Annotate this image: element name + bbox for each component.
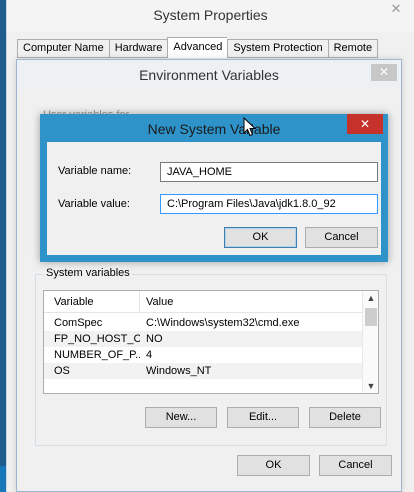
variable-name-label: Variable name: (58, 165, 132, 177)
tab-system-protection[interactable]: System Protection (227, 39, 328, 58)
table-row[interactable]: OS Windows_NT (44, 363, 378, 379)
close-icon[interactable]: ✕ (347, 114, 383, 134)
table-row[interactable]: NUMBER_OF_P... 4 (44, 347, 378, 363)
mouse-cursor-icon (243, 117, 257, 137)
new-variable-ok-button[interactable]: OK (224, 227, 297, 248)
system-properties-title: System Properties (153, 7, 268, 23)
variable-value-field[interactable]: C:\Program Files\Java\jdk1.8.0_92 (160, 194, 378, 214)
column-header-value[interactable]: Value (140, 291, 378, 312)
scroll-down-icon[interactable]: ▼ (363, 379, 378, 393)
new-variable-cancel-button[interactable]: Cancel (305, 227, 378, 248)
list-header: Variable Value (44, 291, 378, 313)
value-cell: 4 (146, 349, 153, 361)
new-system-variable-titlebar: New System Variable ✕ (40, 114, 388, 142)
variable-name-field[interactable]: JAVA_HOME (160, 162, 378, 182)
system-properties-titlebar: System Properties ✕ (7, 0, 414, 32)
value-cell: Windows_NT (146, 365, 212, 377)
delete-variable-button[interactable]: Delete (309, 407, 381, 428)
new-system-variable-dialog: New System Variable ✕ Variable name: JAV… (40, 114, 388, 262)
tab-advanced[interactable]: Advanced (167, 37, 228, 58)
variable-cell: FP_NO_HOST_C... (54, 333, 140, 345)
variable-cell: NUMBER_OF_P... (54, 349, 140, 361)
new-system-variable-title: New System Variable (147, 121, 281, 137)
vertical-scrollbar[interactable]: ▲ ▼ (362, 291, 378, 393)
system-variables-list[interactable]: Variable Value ComSpec C:\Windows\system… (43, 290, 379, 394)
variable-cell: ComSpec (54, 317, 103, 329)
system-variables-label: System variables (44, 267, 132, 279)
tab-remote[interactable]: Remote (327, 39, 379, 58)
env-ok-button[interactable]: OK (237, 455, 310, 476)
system-variables-group: System variables Variable Value ComSpec … (35, 267, 387, 446)
env-cancel-button[interactable]: Cancel (319, 455, 392, 476)
scroll-up-icon[interactable]: ▲ (363, 291, 378, 305)
table-row[interactable]: ComSpec C:\Windows\system32\cmd.exe (44, 315, 378, 331)
column-header-variable[interactable]: Variable (44, 291, 140, 312)
edit-variable-button[interactable]: Edit... (227, 407, 299, 428)
environment-variables-title: Environment Variables (139, 67, 279, 83)
value-cell: C:\Windows\system32\cmd.exe (146, 317, 300, 329)
close-icon[interactable]: ✕ (371, 64, 397, 81)
new-system-variable-body: Variable name: JAVA_HOME Variable value:… (47, 142, 381, 255)
tab-hardware[interactable]: Hardware (108, 39, 168, 58)
tab-strip: Computer Name Hardware Advanced System P… (17, 37, 379, 58)
close-icon[interactable]: ✕ (382, 0, 410, 18)
variable-cell: OS (54, 365, 70, 377)
environment-variables-titlebar: Environment Variables ✕ (17, 60, 401, 90)
scrollbar-thumb[interactable] (365, 308, 377, 326)
table-row[interactable]: FP_NO_HOST_C... NO (44, 331, 378, 347)
new-variable-button[interactable]: New... (145, 407, 217, 428)
variable-value-label: Variable value: (58, 198, 130, 210)
value-cell: NO (146, 333, 163, 345)
tab-computer-name[interactable]: Computer Name (17, 39, 109, 58)
